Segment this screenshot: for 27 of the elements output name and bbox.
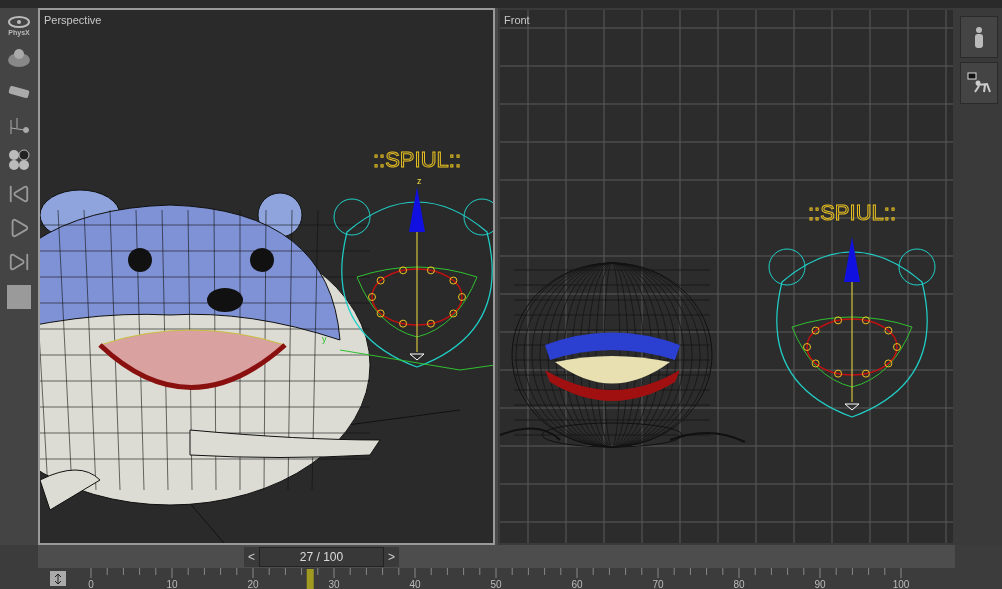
scene-text-label: ::SPIUL::: [373, 147, 461, 172]
biped-icon[interactable]: [959, 16, 998, 58]
timeline-label: 60: [571, 579, 583, 589]
timeline-label: 40: [409, 579, 421, 589]
timeline-label: 100: [892, 579, 910, 589]
timeline-label: 90: [814, 579, 826, 589]
timeline-label: 50: [490, 579, 502, 589]
key-mode-icon[interactable]: [50, 571, 66, 586]
viewport-label[interactable]: Perspective: [44, 12, 102, 29]
next-frame-button[interactable]: >: [384, 546, 399, 567]
timeline-label: 10: [166, 579, 178, 589]
timeline-label: 0: [88, 579, 94, 589]
crawling-figure-icon[interactable]: [959, 62, 998, 104]
timeline-label: 80: [733, 579, 745, 589]
timeline-label: 20: [247, 579, 259, 589]
viewport[interactable]: ::SPIUL:: z y Perspective: [38, 8, 495, 545]
timeline-label: 70: [652, 579, 664, 589]
axis-label: y: [322, 334, 327, 344]
timeline-label: 30: [328, 579, 340, 589]
previous-frame-button[interactable]: <: [244, 546, 259, 567]
texture-thumbnail-icon[interactable]: [7, 284, 31, 309]
viewport[interactable]: ::SPIUL:: Front: [498, 8, 955, 545]
frame-marker[interactable]: [306, 569, 314, 589]
axis-label: z: [417, 176, 422, 186]
scene-text-label: ::SPIUL::: [808, 200, 896, 225]
time-slider-thumb[interactable]: 27 / 100: [259, 546, 384, 567]
viewport-label[interactable]: Front: [504, 12, 530, 29]
